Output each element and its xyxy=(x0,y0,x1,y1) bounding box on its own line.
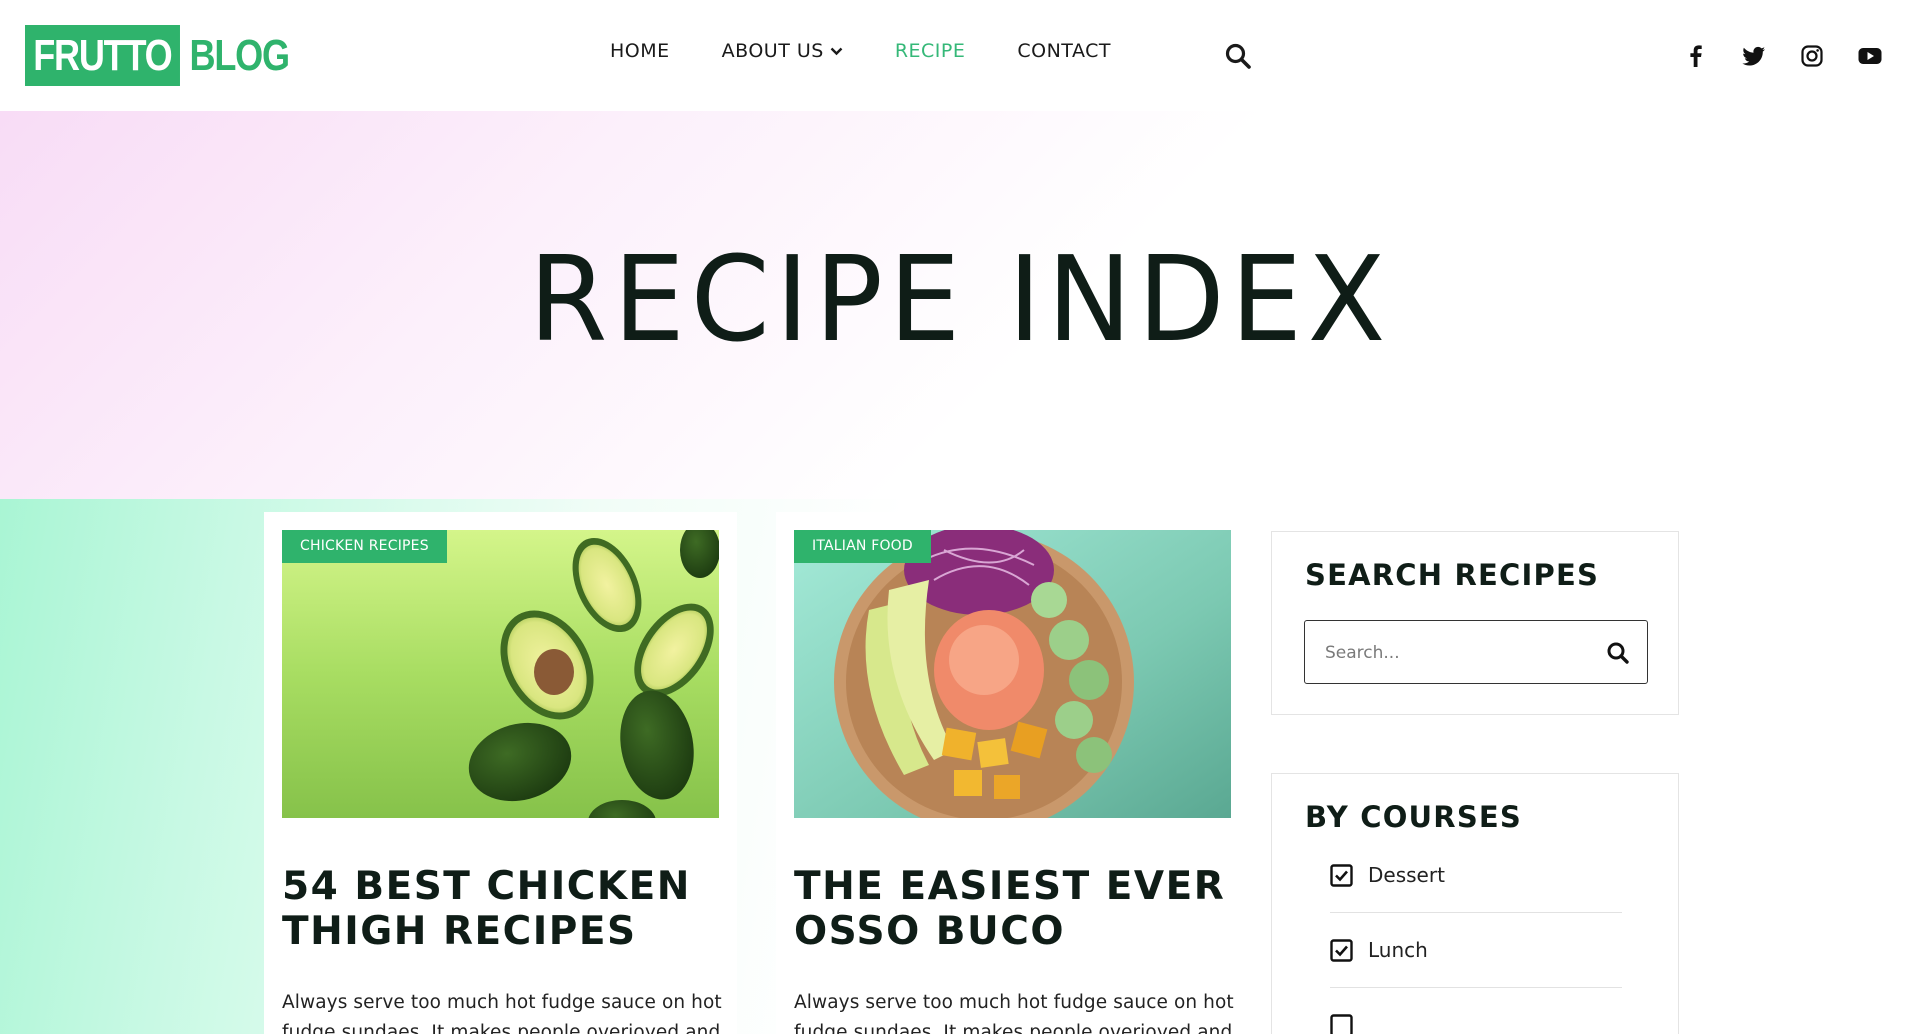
widget-title-search: SEARCH RECIPES xyxy=(1305,558,1600,592)
facebook-icon[interactable] xyxy=(1683,43,1709,69)
site-logo[interactable]: FRUTTO BLOG xyxy=(25,25,291,86)
recipe-card[interactable]: ITALIAN FOOD THE EASIEST EVER OSSO BUCO … xyxy=(776,512,1249,1034)
widget-title-courses: BY COURSES xyxy=(1305,800,1523,834)
nav-contact[interactable]: CONTACT xyxy=(1017,40,1111,62)
recipe-excerpt: Always serve too much hot fudge sauce on… xyxy=(794,992,1234,1034)
recipe-title[interactable]: 54 BEST CHICKEN THIGH RECIPES xyxy=(282,864,722,954)
main-nav: HOME ABOUT US RECIPE CONTACT xyxy=(610,40,1111,62)
logo-blog-text: BLOG xyxy=(189,31,291,80)
checkbox-checked-icon[interactable] xyxy=(1330,938,1353,962)
nav-about-us-label: ABOUT US xyxy=(721,40,824,62)
recipe-search-input[interactable] xyxy=(1325,639,1585,667)
checkbox-checked-icon[interactable] xyxy=(1330,1014,1353,1034)
youtube-icon[interactable] xyxy=(1857,43,1883,69)
course-label: Lunch xyxy=(1368,938,1428,962)
twitter-icon[interactable] xyxy=(1741,43,1767,69)
by-courses-widget: BY COURSES Dessert Lunch xyxy=(1271,773,1679,1034)
search-icon[interactable] xyxy=(1224,42,1252,70)
recipe-card[interactable]: CHICKEN RECIPES 54 BEST CHICKEN THIGH RE… xyxy=(264,512,737,1034)
instagram-icon[interactable] xyxy=(1799,43,1825,69)
search-icon[interactable] xyxy=(1605,640,1631,666)
course-item-dessert[interactable]: Dessert xyxy=(1330,838,1622,913)
hero-section: RECIPE INDEX xyxy=(0,111,1920,499)
course-item-partial[interactable] xyxy=(1330,988,1622,1034)
logo-box-text: FRUTTO xyxy=(25,25,180,86)
nav-home[interactable]: HOME xyxy=(610,40,670,62)
recipe-title[interactable]: THE EASIEST EVER OSSO BUCO xyxy=(794,864,1234,954)
page-title: RECIPE INDEX xyxy=(528,230,1392,368)
recipe-image-avocado[interactable] xyxy=(282,530,719,818)
search-recipes-widget: SEARCH RECIPES xyxy=(1271,531,1679,715)
chevron-down-icon xyxy=(830,47,843,56)
checkbox-checked-icon[interactable] xyxy=(1330,863,1353,887)
nav-about-us[interactable]: ABOUT US xyxy=(722,40,843,62)
course-item-lunch[interactable]: Lunch xyxy=(1330,913,1622,988)
nav-recipe[interactable]: RECIPE xyxy=(895,40,966,62)
course-label: Dessert xyxy=(1368,863,1445,887)
recipe-image-poke-bowl[interactable] xyxy=(794,530,1231,818)
site-header: FRUTTO BLOG HOME ABOUT US RECIPE CONTACT xyxy=(0,0,1920,111)
category-tag[interactable]: ITALIAN FOOD xyxy=(794,530,931,563)
recipe-excerpt: Always serve too much hot fudge sauce on… xyxy=(282,992,722,1034)
sidebar-search-box xyxy=(1304,620,1648,684)
category-tag[interactable]: CHICKEN RECIPES xyxy=(282,530,447,563)
